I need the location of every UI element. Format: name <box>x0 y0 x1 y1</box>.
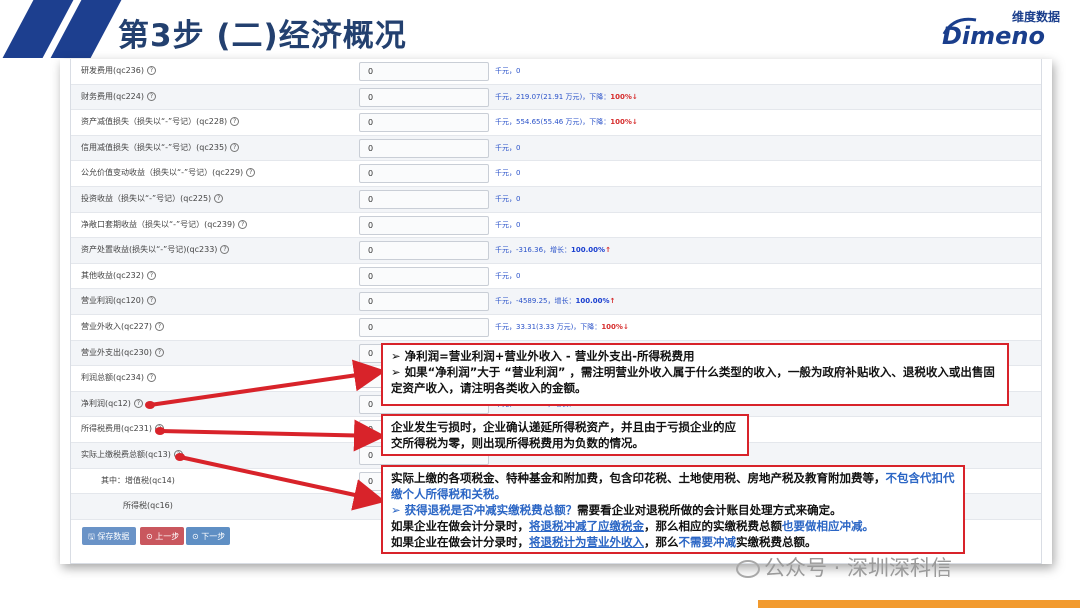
callout-text: 如果企业在做会计分录时， <box>391 535 529 549</box>
callout-paragraph: 如果企业在做会计分录时，将退税计为营业外收入，那么不需要冲减实缴税费总额。 <box>391 534 955 550</box>
callout-text: ，那么相应的实缴税费总额 <box>644 519 782 533</box>
callout-text: 如果企业在做会计分录时， <box>391 519 529 533</box>
arrow-net-profit <box>149 359 386 407</box>
callout-paragraph: 实际上缴的各项税金、特种基金和附加费，包含印花税、土地使用税、房地产税及教育附加… <box>391 470 955 502</box>
callout-highlight: 不需要冲减 <box>678 535 737 549</box>
callout-line: ➢ 如果“净利润”大于 “营业利润” ，需注明营业外收入属于什么类型的收入，一般… <box>391 365 995 395</box>
callout-text: 需要看企业对退税所做的会计账目处理方式来确定。 <box>577 503 842 517</box>
callout-text: 实际上缴的各项税金、特种基金和附加费，包含印花税、土地使用税、房地产税及教育附加… <box>391 471 886 485</box>
callout-text: 实缴税费总额。 <box>736 535 817 549</box>
footer-accent-bar <box>758 600 1080 608</box>
callout-highlight: 也要做相应冲减。 <box>782 519 874 533</box>
wechat-icon <box>736 560 760 578</box>
watermark: 公众号 · 深圳深科信 <box>736 552 952 582</box>
callout-text: 企业发生亏损时，企业确认递延所得税资产，并且由于亏损企业的应交所得税为零，则出现… <box>391 420 736 450</box>
callout-underline: 将退税计为营业外收入 <box>529 535 644 549</box>
callout-paragraph: ➢ 获得退税是否冲减实缴税费总额？需要看企业对退税所做的会计账目处理方式来确定。 <box>391 502 955 518</box>
slide: 第3步 (二)经济概况 维度数据 Dimeno 研发费用(qc236)? 0 千元，… <box>0 0 1080 608</box>
callout-line: ➢ 净利润=营业利润+营业外收入 - 营业外支出-所得税费用 <box>391 349 695 363</box>
callout-net-profit: ➢ 净利润=营业利润+营业外收入 - 营业外支出-所得税费用 ➢ 如果“净利润”… <box>381 343 1009 406</box>
callout-tax-total: 实际上缴的各项税金、特种基金和附加费，包含印花税、土地使用税、房地产税及教育附加… <box>381 465 965 554</box>
callout-paragraph: 如果企业在做会计分录时，将退税冲减了应缴税金，那么相应的实缴税费总额也要做相应冲… <box>391 518 955 534</box>
arrow-origin-dot <box>145 401 155 409</box>
callout-text: ，那么 <box>644 535 679 549</box>
arrow-origin-dot <box>175 453 185 461</box>
callout-income-tax: 企业发生亏损时，企业确认递延所得税资产，并且由于亏损企业的应交所得税为零，则出现… <box>381 414 749 456</box>
callout-highlight: ➢ 获得退税是否冲减实缴税费总额？ <box>391 503 578 517</box>
arrow-tax-total <box>179 455 386 511</box>
arrow-income-tax <box>159 419 386 452</box>
callout-underline: 将退税冲减了应缴税金 <box>529 519 644 533</box>
arrow-origin-dot <box>155 427 165 435</box>
watermark-text: 公众号 · 深圳深科信 <box>764 556 953 580</box>
